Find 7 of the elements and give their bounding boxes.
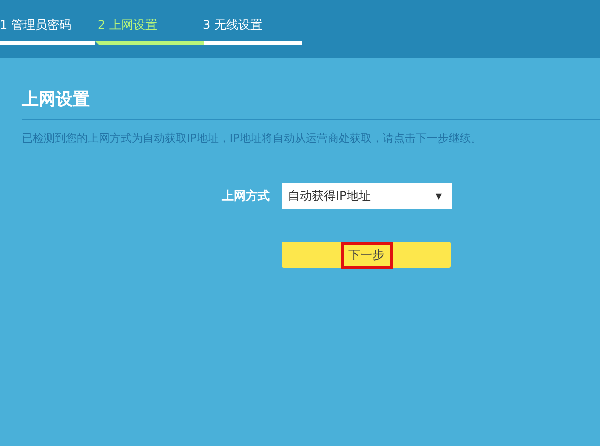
step-tab[interactable]: 1 管理员密码: [0, 17, 95, 45]
description-text: 已检测到您的上网方式为自动获取IP地址，IP地址将自动从运营商处获取，请点击下一步继续。: [22, 131, 483, 146]
next-button[interactable]: 下一步: [282, 242, 451, 268]
connection-type-dropdown[interactable]: 自动获得IP地址 ▼: [282, 183, 452, 209]
step-tab[interactable]: 3 无线设置: [200, 17, 302, 45]
section-title: 上网设置: [22, 89, 91, 112]
field-label: 上网方式: [222, 188, 270, 204]
